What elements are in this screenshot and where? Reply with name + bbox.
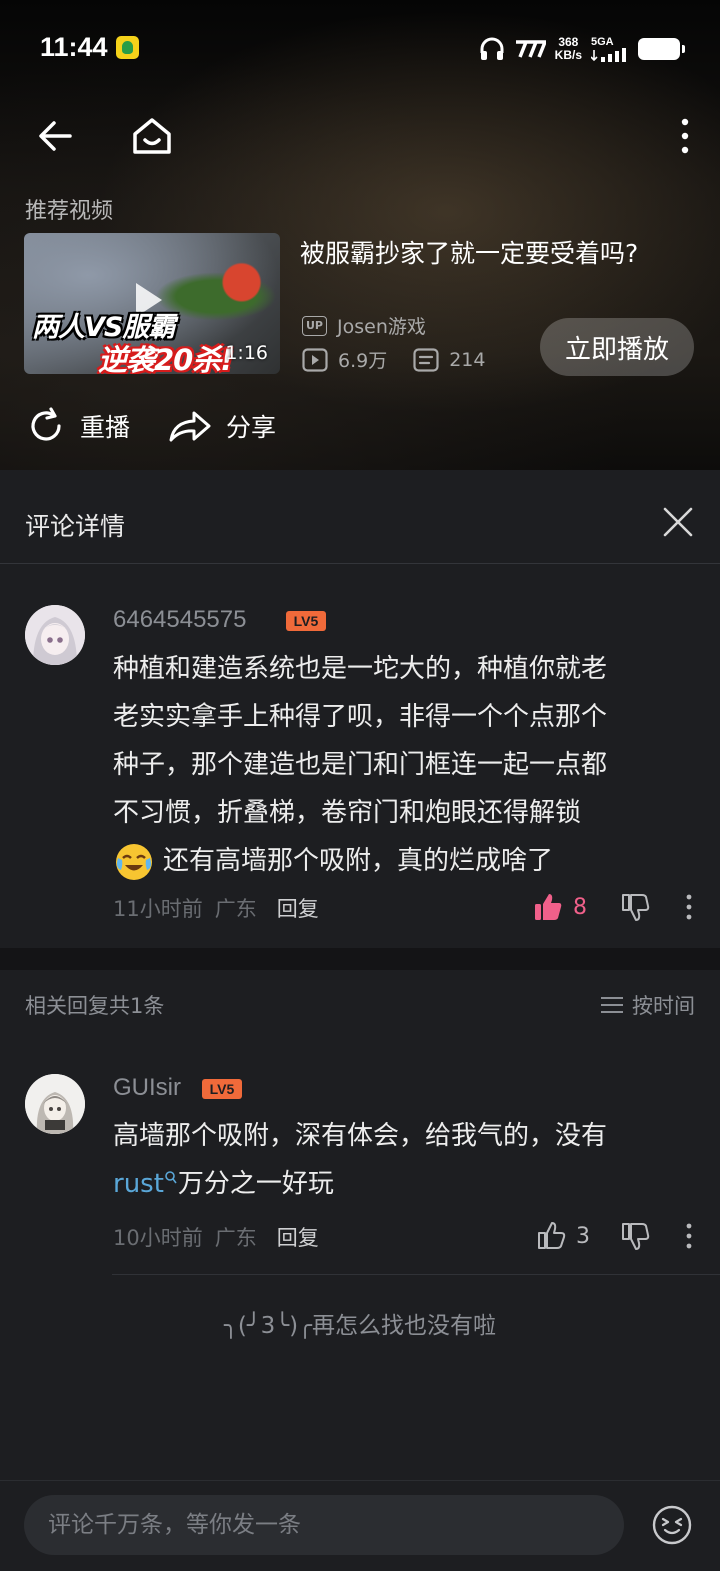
signal-icon <box>591 48 626 62</box>
emoji-icon[interactable] <box>652 1505 692 1545</box>
comment-meta: 11小时前 广东 回复 <box>113 893 319 923</box>
sort-button[interactable]: 按时间 <box>600 990 695 1020</box>
recommended-thumbnail[interactable]: 两人VS服霸 逆袭20杀! 1:16 <box>24 233 280 374</box>
battery-icon <box>638 38 685 60</box>
danmaku-count: 214 <box>449 348 486 371</box>
related-replies-count: 相关回复共1条 <box>25 994 165 1018</box>
reply-button[interactable]: 回复 <box>277 1222 319 1252</box>
app-notification-icon <box>116 36 139 59</box>
danmaku-icon <box>413 347 439 372</box>
status-right: 368 KB/s 5GA <box>479 34 685 64</box>
end-of-list-message: ╮(╯3╰)╭再怎么找也没有啦 <box>224 1313 496 1339</box>
status-time: 11:44 <box>40 32 108 62</box>
headphones-icon <box>480 37 504 60</box>
back-arrow-icon[interactable] <box>32 112 80 160</box>
play-count-icon <box>302 347 328 372</box>
reply-line-rest: 万分之一好玩 <box>177 1169 334 1199</box>
crying-laughing-emoji-icon <box>116 844 152 880</box>
close-icon[interactable] <box>658 502 698 542</box>
comment-location: 广东 <box>214 897 257 921</box>
comment-input-bar <box>0 1480 720 1571</box>
recommended-title[interactable]: 被服霸抄家了就一定要受着吗? <box>300 234 700 270</box>
reply-location: 广东 <box>214 1226 257 1250</box>
reply-time: 10小时前 <box>113 1226 203 1250</box>
list-sort-icon <box>601 997 623 1013</box>
level-badge: LV5 <box>202 1079 242 1099</box>
comment-line: 种植和建造系统也是一坨大的，种植你就老 <box>113 654 608 684</box>
search-link[interactable]: rust <box>113 1169 178 1199</box>
comment-line-with-emoji: 还有高墙那个吸附，真的烂成啥了 <box>113 837 703 885</box>
uploader-name: Josen游戏 <box>337 316 426 338</box>
reply-username[interactable]: GUIsir <box>113 1074 181 1102</box>
up-badge: UP <box>302 315 327 336</box>
reply-more-icon[interactable] <box>685 1223 693 1249</box>
reply-line: rust 万分之一好玩 <box>113 1160 703 1208</box>
divider <box>112 1274 720 1275</box>
status-bar: 11:44 368 KB/s 5GA <box>0 0 720 90</box>
comment-input[interactable] <box>24 1495 624 1555</box>
speed-unit: KB/s <box>554 48 582 62</box>
share-button[interactable]: 分享 <box>168 406 276 446</box>
reply-text: 高墙那个吸附，深有体会，给我气的，没有 rust 万分之一好玩 <box>113 1112 703 1208</box>
thumbs-down-icon[interactable] <box>620 1221 650 1251</box>
like-button[interactable]: 8 <box>533 892 587 922</box>
share-label: 分享 <box>226 413 277 442</box>
like-count: 8 <box>573 894 587 920</box>
search-icon <box>165 1171 177 1184</box>
view-count: 6.9万 <box>338 350 388 372</box>
comment-line: 不习惯，折叠梯，卷帘门和炮眼还得解锁 <box>113 798 582 828</box>
avatar[interactable] <box>25 1074 85 1134</box>
play-now-button[interactable]: 立即播放 <box>540 318 694 376</box>
comment-time: 11小时前 <box>113 897 203 921</box>
level-badge: LV5 <box>286 611 326 631</box>
comment-line: 老实实拿手上种得了呗，非得一个个点那个 <box>113 702 608 732</box>
thumbnail-caption-2: 逆袭20杀! <box>98 343 234 374</box>
comment-username[interactable]: 6464545575 <box>113 606 246 634</box>
replay-icon <box>31 407 61 441</box>
video-stats: 6.9万 214 <box>302 346 485 373</box>
comment-more-icon[interactable] <box>685 894 693 920</box>
like-count: 3 <box>576 1223 590 1249</box>
comment-line: 还有高墙那个吸附，真的烂成啥了 <box>163 846 554 876</box>
reply-button[interactable]: 回复 <box>277 893 319 923</box>
avatar[interactable] <box>25 605 85 665</box>
section-divider <box>0 948 720 970</box>
thumbs-up-filled-icon <box>535 894 562 920</box>
panel-title: 评论详情 <box>25 512 126 541</box>
network-boost-icon <box>515 40 546 58</box>
uploader-row[interactable]: UP Josen游戏 <box>302 312 426 339</box>
share-icon <box>169 411 211 442</box>
signal-group: 5GA <box>591 36 629 62</box>
recommended-label: 推荐视频 <box>25 199 114 224</box>
thumbs-down-icon[interactable] <box>620 892 650 922</box>
like-button[interactable]: 3 <box>536 1221 590 1251</box>
replay-label: 重播 <box>80 413 131 442</box>
more-options-icon[interactable] <box>678 116 692 156</box>
replay-button[interactable]: 重播 <box>26 406 130 446</box>
search-link-text: rust <box>113 1169 164 1199</box>
sort-label: 按时间 <box>632 994 695 1018</box>
reply-meta: 10小时前 广东 回复 <box>113 1222 319 1252</box>
network-type: 5GA <box>591 36 614 48</box>
thumbs-up-icon <box>538 1222 566 1249</box>
comment-panel-header: 评论详情 <box>0 482 720 564</box>
video-end-screen: 11:44 368 KB/s 5GA 推荐视频 两人VS服霸 逆袭20杀! 1:… <box>0 0 720 470</box>
comment-line: 种子，那个建造也是门和门框连一起一点都 <box>113 750 608 780</box>
reply-line: 高墙那个吸附，深有体会，给我气的，没有 <box>113 1121 608 1151</box>
video-duration: 1:16 <box>225 342 268 364</box>
network-speed: 368 KB/s <box>555 36 582 62</box>
home-icon[interactable] <box>128 112 176 160</box>
avatar-image <box>25 1074 85 1134</box>
avatar-image <box>25 605 85 665</box>
comment-text: 种植和建造系统也是一坨大的，种植你就老 老实实拿手上种得了呗，非得一个个点那个 … <box>113 645 703 885</box>
